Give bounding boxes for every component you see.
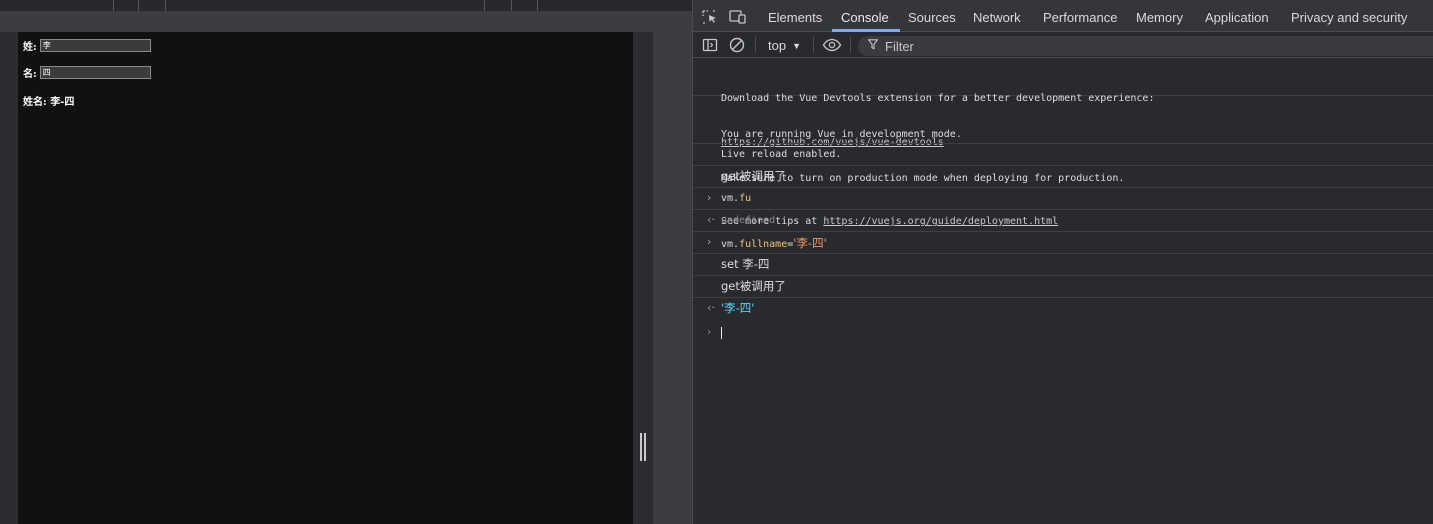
console-message: get被调用了 <box>693 166 1433 188</box>
console-message: Download the Vue Devtools extension for … <box>693 58 1433 148</box>
input-chevron-icon: › <box>707 191 712 204</box>
input-chevron-icon: › <box>707 235 712 248</box>
fullname-label: 姓名: <box>23 97 47 108</box>
message-text: You are running Vue in development mode. <box>721 129 962 140</box>
result-value: undefined <box>721 215 776 226</box>
console-input-entry: › vm.fullname='李-四' <box>693 232 1433 254</box>
ruler-tick <box>484 0 485 11</box>
devtools-tab-bar: Elements Console Sources Network Perform… <box>693 0 1433 32</box>
inspect-element-icon[interactable] <box>702 9 718 24</box>
toolbar-separator <box>813 37 814 53</box>
devtools-panel: Elements Console Sources Network Perform… <box>692 0 1433 524</box>
result-arrow-icon: ‹· <box>707 301 715 314</box>
command-property: fullname <box>739 239 788 250</box>
fullname-display: 姓名: 李-四 <box>23 93 74 108</box>
console-message: set 李-四 <box>693 254 1433 276</box>
console-message: get被调用了 <box>693 276 1433 298</box>
message-text: get被调用了 <box>721 279 786 293</box>
tab-performance[interactable]: Performance <box>1043 10 1117 25</box>
console-result-entry: ‹· undefined <box>693 210 1433 232</box>
console-input-entry: › vm.fu <box>693 188 1433 210</box>
console-prompt-input[interactable] <box>721 327 722 339</box>
live-expression-eye-icon[interactable] <box>822 37 842 53</box>
ruler-tick <box>537 0 538 11</box>
tab-console[interactable]: Console <box>841 10 889 25</box>
given-name-row: 名: <box>23 65 151 80</box>
filter-input[interactable]: Filter <box>858 36 1433 56</box>
prompt-chevron-icon: › <box>707 325 712 338</box>
command-string: '李-四' <box>793 236 827 250</box>
tab-application[interactable]: Application <box>1205 10 1269 25</box>
tab-privacy-security[interactable]: Privacy and security <box>1291 10 1407 25</box>
message-text: Live reload enabled. <box>721 149 842 160</box>
dropdown-caret-icon: ▼ <box>792 40 801 51</box>
surname-input[interactable] <box>39 39 151 52</box>
command-object: vm. <box>721 239 740 250</box>
console-output: Download the Vue Devtools extension for … <box>693 58 1433 524</box>
viewport-left-gutter <box>0 32 18 524</box>
fullname-value: 李-四 <box>50 97 75 108</box>
surname-label: 姓: <box>23 42 37 53</box>
tab-network[interactable]: Network <box>973 10 1021 25</box>
tab-sources[interactable]: Sources <box>908 10 956 25</box>
toolbar-separator <box>850 37 851 53</box>
tab-memory[interactable]: Memory <box>1136 10 1183 25</box>
tab-elements[interactable]: Elements <box>768 10 822 25</box>
page-viewport: 姓: 名: 姓名: 李-四 <box>18 32 633 524</box>
context-selector[interactable]: top ▼ <box>768 38 801 53</box>
ruler-tick <box>138 0 139 11</box>
given-name-label: 名: <box>23 69 37 80</box>
surname-row: 姓: <box>23 38 151 53</box>
context-value: top <box>768 38 787 53</box>
clear-console-icon[interactable] <box>729 37 745 53</box>
message-text: set 李-四 <box>721 257 770 271</box>
console-toolbar: top ▼ Filter <box>693 32 1433 58</box>
device-toolbar <box>0 0 692 11</box>
command-object: vm. <box>721 193 740 204</box>
ruler-tick <box>165 0 166 11</box>
result-value: '李-四' <box>721 301 755 315</box>
resize-handle[interactable] <box>640 433 646 461</box>
filter-placeholder: Filter <box>885 38 914 54</box>
message-text: get被调用了 <box>721 169 786 183</box>
filter-funnel-icon <box>867 39 879 53</box>
result-arrow-icon: ‹· <box>707 213 715 226</box>
page-preview-area: 姓: 名: 姓名: 李-四 <box>0 0 692 524</box>
toolbar-separator <box>755 37 756 53</box>
given-name-input[interactable] <box>39 66 151 79</box>
sidebar-toggle-icon[interactable] <box>702 37 718 53</box>
console-message: Live reload enabled. <box>693 144 1433 166</box>
ruler-tick <box>113 0 114 11</box>
console-result-entry: ‹· '李-四' <box>693 298 1433 320</box>
device-toggle-icon[interactable] <box>729 9 746 24</box>
ruler-tick <box>511 0 512 11</box>
command-property: fu <box>739 193 752 204</box>
console-message: You are running Vue in development mode.… <box>693 96 1433 227</box>
